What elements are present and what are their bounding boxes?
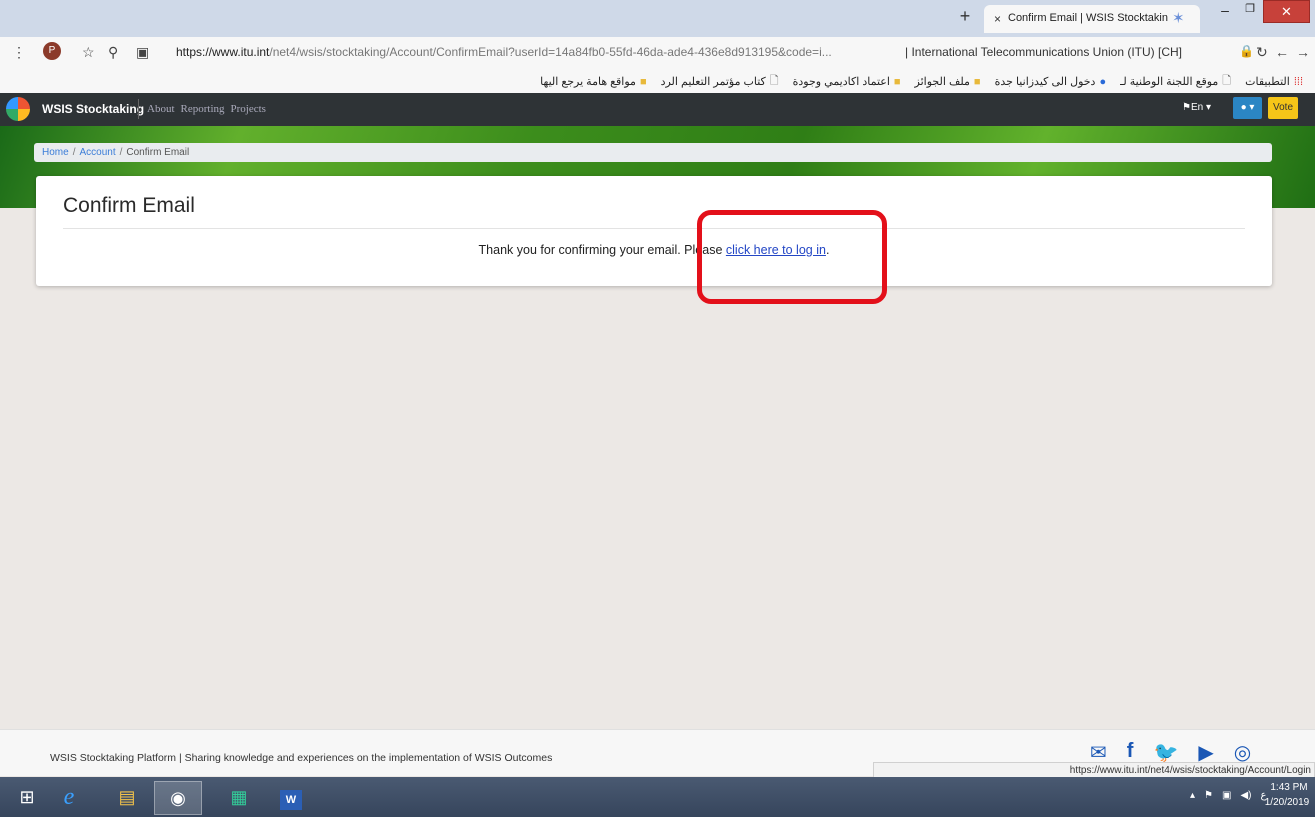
network-icon[interactable]: ▣ xyxy=(1222,790,1231,801)
bookmarks-bar: ⁞⁞⁞ التطبيقات 🗋 موقع اللجنة الوطنية لـ ● دخ… xyxy=(0,67,1315,94)
browser-address-bar: ⋮ P ☆ ⚲ ▣ https://www.itu.int/net4/wsis/… xyxy=(0,37,1315,67)
url-input[interactable]: https://www.itu.int/net4/wsis/stocktakin… xyxy=(176,45,899,59)
globe-icon: ● xyxy=(1099,75,1107,88)
clock-date[interactable]: 1/20/2019 xyxy=(1262,797,1312,808)
bookmark-apps[interactable]: ⁞⁞⁞ التطبيقات xyxy=(1245,72,1303,91)
profile-avatar[interactable]: P xyxy=(43,42,61,60)
windows-taskbar: ⊞ e ▤ ◉ ▦ W ▴ ⚑ ▣ ◀) ع 1:43 PM 1/20/2019 xyxy=(0,777,1315,817)
translate-icon[interactable]: ▣ xyxy=(136,44,149,61)
user-icon: ● xyxy=(1240,102,1247,113)
reload-icon[interactable]: ↻ xyxy=(1256,44,1268,61)
footer-tagline: WSIS Stocktaking Platform | Sharing know… xyxy=(50,752,553,764)
breadcrumb: Home / Account / Confirm Email xyxy=(34,143,1272,162)
breadcrumb-current: Confirm Email xyxy=(126,147,190,158)
volume-icon[interactable]: ◀) xyxy=(1240,790,1251,801)
page-title: Confirm Email xyxy=(63,194,195,217)
back-icon[interactable]: ← xyxy=(1275,44,1289,60)
store-icon[interactable]: ▦ xyxy=(216,781,262,813)
bookmark-item[interactable]: ■ مواقع هامة يرجع اليها xyxy=(540,72,646,91)
bookmark-item[interactable]: ● دخول الى كيدزانيا جدة xyxy=(995,72,1107,91)
clock-time[interactable]: 1:43 PM xyxy=(1266,782,1312,793)
nav-divider xyxy=(138,99,139,119)
system-tray: ▴ ⚑ ▣ ◀) ع xyxy=(1190,790,1266,801)
flag-icon: ⚑ xyxy=(1182,102,1191,113)
bookmark-star-icon[interactable]: ☆ xyxy=(82,44,95,61)
file-explorer-icon[interactable]: ▤ xyxy=(104,781,150,813)
forward-icon[interactable]: → xyxy=(1296,44,1310,60)
menu-kebab-icon[interactable]: ⋮ xyxy=(12,44,26,61)
page-icon: 🗋 xyxy=(1222,75,1232,87)
site-navbar: WSIS Stocktaking About Reporting Project… xyxy=(0,93,1315,126)
bookmarks-list: ⁞⁞⁞ التطبيقات 🗋 موقع اللجنة الوطنية لـ ● دخ… xyxy=(540,72,1303,91)
wsis-logo-icon[interactable] xyxy=(6,97,30,121)
vote-button[interactable]: Vote xyxy=(1268,97,1298,119)
breadcrumb-separator: / xyxy=(72,147,76,158)
tab-favicon-icon: ✶ xyxy=(1172,10,1185,27)
confirm-email-card: Confirm Email Thank you for confirming y… xyxy=(36,176,1272,286)
browser-tab-active[interactable]: × Confirm Email | WSIS Stocktaking ✶ xyxy=(984,5,1200,33)
tab-title: Confirm Email | WSIS Stocktaking xyxy=(1008,12,1168,24)
window-close-button[interactable]: ✕ xyxy=(1263,0,1310,23)
confirm-message: Thank you for confirming your email. Ple… xyxy=(478,243,830,257)
tray-expand-icon[interactable]: ▴ xyxy=(1190,790,1195,801)
word-icon[interactable]: W xyxy=(268,781,314,813)
chevron-down-icon: ▾ xyxy=(1249,102,1255,113)
zoom-icon[interactable]: ⚲ xyxy=(108,44,118,61)
title-divider xyxy=(63,228,1245,229)
nav-link-projects[interactable]: Projects xyxy=(231,103,266,115)
folder-icon: ■ xyxy=(973,75,981,88)
chevron-down-icon: ▾ xyxy=(1205,102,1212,113)
browser-tab-bar: + × Confirm Email | WSIS Stocktaking ✶ –… xyxy=(0,0,1315,37)
tab-close-icon[interactable]: × xyxy=(994,12,1001,26)
window-maximize-button[interactable]: ❐ xyxy=(1239,2,1261,22)
internet-explorer-icon[interactable]: e xyxy=(46,781,92,813)
flag-icon[interactable]: ⚑ xyxy=(1204,790,1213,801)
brand-link[interactable]: WSIS Stocktaking xyxy=(42,102,144,116)
nav-links: About Reporting Projects xyxy=(147,103,266,115)
breadcrumb-separator: / xyxy=(119,147,123,158)
lock-icon[interactable]: 🔒 xyxy=(1239,44,1254,58)
bookmark-item[interactable]: ■ ملف الجوائز xyxy=(915,72,981,91)
chrome-icon[interactable]: ◉ xyxy=(154,781,202,815)
start-button-icon[interactable]: ⊞ xyxy=(4,781,50,813)
user-menu-button[interactable]: ● ▾ xyxy=(1233,97,1262,119)
bookmark-item[interactable]: ■ اعتماد اكاديمي وجودة xyxy=(793,72,901,91)
new-tab-button[interactable]: + xyxy=(955,6,975,26)
breadcrumb-home[interactable]: Home xyxy=(42,147,69,158)
apps-grid-icon: ⁞⁞⁞ xyxy=(1293,75,1303,88)
nav-link-reporting[interactable]: Reporting xyxy=(181,103,225,115)
bookmark-item[interactable]: 🗋 كتاب مؤتمر التعليم الرد xyxy=(661,72,779,91)
page-icon: 🗋 xyxy=(769,75,779,87)
bookmark-item[interactable]: 🗋 موقع اللجنة الوطنية لـ xyxy=(1120,72,1231,91)
breadcrumb-account[interactable]: Account xyxy=(79,147,115,158)
window-minimize-button[interactable]: – xyxy=(1213,2,1237,22)
folder-icon: ■ xyxy=(893,75,901,88)
folder-icon: ■ xyxy=(639,75,647,88)
nav-link-about[interactable]: About xyxy=(147,103,175,115)
site-identity-label: | International Telecommunications Union… xyxy=(905,45,1183,59)
language-dropdown[interactable]: ⚑En ▾ xyxy=(1182,102,1211,113)
highlight-annotation-box xyxy=(697,210,887,304)
